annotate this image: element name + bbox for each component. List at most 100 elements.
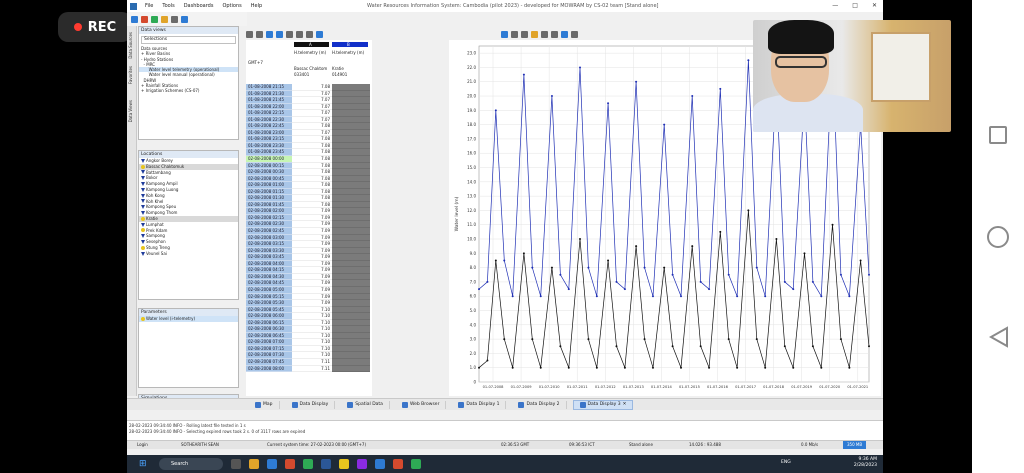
refresh-icon[interactable] bbox=[151, 15, 158, 23]
record-dot-icon bbox=[73, 23, 82, 31]
export-icon[interactable] bbox=[571, 30, 578, 38]
grid-icon[interactable] bbox=[181, 15, 188, 23]
print-icon[interactable] bbox=[521, 30, 528, 38]
recent-apps-icon[interactable] bbox=[989, 126, 1007, 144]
y-tick-label: 12.0 bbox=[467, 208, 476, 213]
measure-icon[interactable] bbox=[316, 30, 323, 38]
copy-icon[interactable] bbox=[511, 30, 518, 38]
data-point bbox=[775, 238, 778, 241]
tab-spatial-data[interactable]: Spatial Data bbox=[341, 400, 390, 409]
teams-icon[interactable] bbox=[357, 459, 367, 469]
side-tab-data-sources[interactable]: Data Sources bbox=[128, 32, 136, 59]
y-tick-label: 23.0 bbox=[467, 51, 476, 56]
data-point bbox=[764, 295, 767, 298]
x-tick-label: 01-07-2019 bbox=[791, 385, 813, 389]
selection-dropdown[interactable]: Selections bbox=[141, 36, 236, 44]
system-clock[interactable]: 9:36 AM 2/28/2023 bbox=[854, 457, 877, 469]
log-panel: 28-02-2023 09:34:40 INFO - Rolling lates… bbox=[127, 420, 883, 440]
data-point bbox=[643, 266, 646, 269]
selected-station-icon bbox=[141, 216, 145, 221]
edge-icon[interactable] bbox=[267, 459, 277, 469]
folder-icon[interactable] bbox=[161, 15, 168, 23]
windows-start-icon[interactable]: ⊞ bbox=[139, 459, 147, 469]
data-point bbox=[803, 252, 806, 255]
locations-header: Locations bbox=[139, 151, 238, 158]
value-cell[interactable]: 7.11 bbox=[292, 365, 332, 373]
powerpoint-icon[interactable] bbox=[393, 459, 403, 469]
tab-map[interactable]: Map bbox=[249, 400, 280, 409]
close-icon[interactable]: ✕ bbox=[872, 2, 877, 9]
y-tick-label: 6.0 bbox=[470, 294, 477, 299]
side-tab-favorites[interactable]: Favorites bbox=[128, 66, 136, 84]
chart-icon[interactable] bbox=[276, 30, 283, 38]
undo-icon[interactable] bbox=[541, 30, 548, 38]
word-icon[interactable] bbox=[321, 459, 331, 469]
home-button-icon[interactable] bbox=[987, 226, 1009, 248]
chart-settings-icon[interactable] bbox=[501, 30, 508, 38]
timestamp-cell[interactable]: 02-08-2008 08:00 bbox=[246, 365, 292, 373]
parameter-item[interactable]: Water level (i-telemetry) bbox=[139, 316, 238, 322]
main-toolbar bbox=[127, 12, 247, 26]
filter-icon[interactable] bbox=[561, 30, 568, 38]
wris-app-icon[interactable] bbox=[411, 459, 421, 469]
empty-value-cell[interactable] bbox=[332, 365, 370, 373]
settings-icon[interactable] bbox=[171, 15, 178, 23]
column-b-station: Kratie bbox=[332, 66, 344, 71]
home-view-icon[interactable] bbox=[256, 30, 263, 38]
tab-data-display[interactable]: Data Display bbox=[286, 400, 336, 409]
tree-item[interactable]: + Irrigation Schemes (CS-07) bbox=[139, 88, 238, 93]
location-item[interactable]: Veunel Sai bbox=[139, 251, 238, 257]
close-tab-icon[interactable]: ✕ bbox=[623, 402, 627, 407]
station-marker-icon bbox=[141, 251, 145, 256]
presenter-glasses bbox=[775, 56, 827, 68]
tab-web-browser[interactable]: Web Browser bbox=[396, 400, 447, 409]
grid-view-icon[interactable] bbox=[266, 30, 273, 38]
task-view-icon[interactable] bbox=[231, 459, 241, 469]
menu-tools[interactable]: Tools bbox=[162, 3, 174, 9]
x-tick-label: 01-07-2009 bbox=[511, 385, 533, 389]
back-icon[interactable] bbox=[989, 326, 1009, 348]
database-icon[interactable] bbox=[141, 15, 148, 23]
maximize-icon[interactable]: □ bbox=[852, 2, 858, 9]
language-indicator[interactable]: ENG bbox=[781, 460, 791, 465]
home-icon[interactable] bbox=[131, 15, 138, 23]
data-point bbox=[868, 345, 870, 348]
login-label[interactable]: Login bbox=[137, 441, 148, 449]
column-b-code: 014901 bbox=[332, 72, 348, 77]
office-icon[interactable] bbox=[285, 459, 295, 469]
tab-data-display-1[interactable]: Data Display 1 bbox=[452, 400, 507, 409]
taskbar-search[interactable]: Search bbox=[159, 458, 223, 470]
data-point bbox=[831, 223, 834, 226]
zoom-in-icon[interactable] bbox=[286, 30, 293, 38]
tab-data-display-label: Data Display bbox=[299, 402, 329, 407]
menu-dashboards[interactable]: Dashboards bbox=[184, 3, 214, 9]
data-point bbox=[848, 366, 851, 369]
zoom-out-icon[interactable] bbox=[296, 30, 303, 38]
minimize-icon[interactable]: — bbox=[832, 2, 838, 9]
redo-icon[interactable] bbox=[551, 30, 558, 38]
tab-data-display-2[interactable]: Data Display 2 bbox=[512, 400, 567, 409]
tab-data-display-3[interactable]: Data Display 3 ✕ bbox=[572, 399, 634, 410]
excel-icon[interactable] bbox=[303, 459, 313, 469]
user-name: SOTHEARITH SEAN bbox=[181, 442, 219, 447]
tab-spatial-data-label: Spatial Data bbox=[355, 402, 383, 407]
column-b-marker bbox=[332, 42, 368, 47]
data-point bbox=[727, 273, 730, 276]
station-marker-icon bbox=[141, 222, 145, 227]
data-sources-box: Data views Selections Data sources + Riv… bbox=[138, 26, 239, 140]
table-icon[interactable] bbox=[246, 30, 253, 38]
side-tab-data-views[interactable]: Data Views bbox=[128, 100, 136, 122]
pan-icon[interactable] bbox=[306, 30, 313, 38]
chrome-icon[interactable] bbox=[339, 459, 349, 469]
menu-file[interactable]: File bbox=[145, 3, 153, 9]
outlook-icon[interactable] bbox=[375, 459, 385, 469]
station-marker-icon bbox=[141, 234, 145, 239]
data-source-tree: + River Basins - Hydro Stations - MRC Wat… bbox=[139, 51, 238, 93]
menu-options[interactable]: Options bbox=[222, 3, 241, 9]
parameters-box: Parameters Water level (i-telemetry) bbox=[138, 308, 239, 388]
menu-help[interactable]: Help bbox=[251, 3, 262, 9]
table-row[interactable]: 02-08-2008 08:00 7.11 bbox=[246, 365, 372, 373]
file-explorer-icon[interactable] bbox=[249, 459, 259, 469]
column-a-name: H.telemetry (m) bbox=[294, 50, 327, 55]
lock-icon[interactable] bbox=[531, 30, 538, 38]
